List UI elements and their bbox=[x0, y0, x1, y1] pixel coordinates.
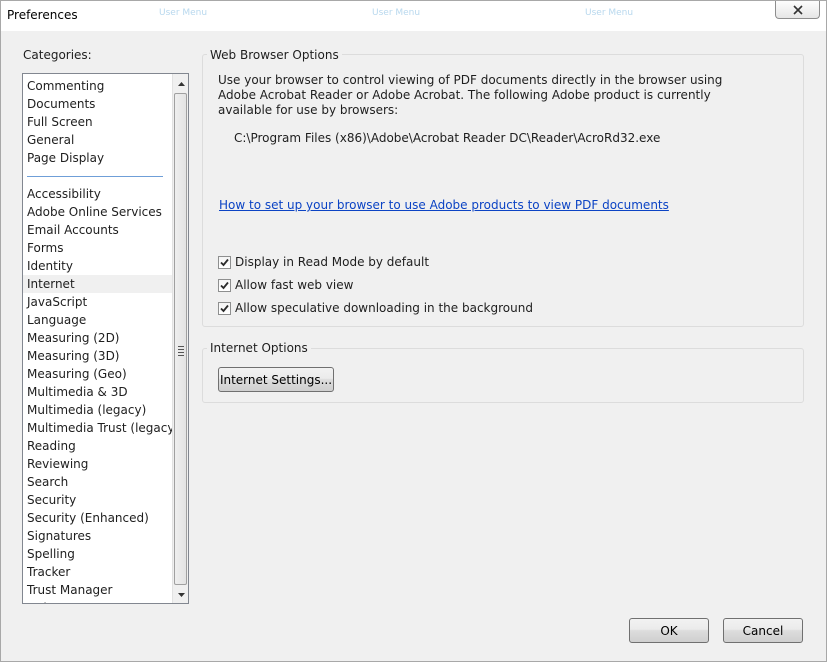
product-path: C:\Program Files (x86)\Adobe\Acrobat Rea… bbox=[234, 131, 661, 145]
checkmark-icon bbox=[220, 304, 229, 312]
category-item-commenting[interactable]: Commenting bbox=[23, 77, 172, 95]
read-mode-checkbox[interactable] bbox=[218, 255, 231, 269]
categories-list[interactable]: Commenting Documents Full Screen General Pag… bbox=[22, 73, 189, 604]
category-item-general[interactable]: General bbox=[23, 131, 172, 149]
category-item-security-enhanced[interactable]: Security (Enhanced) bbox=[23, 509, 172, 527]
web-browser-options-title: Web Browser Options bbox=[207, 48, 342, 62]
category-item-security[interactable]: Security bbox=[23, 491, 172, 509]
category-item-full-screen[interactable]: Full Screen bbox=[23, 113, 172, 131]
category-item-multimedia-3d[interactable]: Multimedia & 3D bbox=[23, 383, 172, 401]
scroll-up-icon bbox=[177, 81, 185, 86]
category-item-trust-manager[interactable]: Trust Manager bbox=[23, 581, 172, 599]
category-item-accessibility[interactable]: Accessibility bbox=[23, 185, 172, 203]
category-separator bbox=[27, 176, 163, 177]
category-item-measuring-geo[interactable]: Measuring (Geo) bbox=[23, 365, 172, 383]
category-item-search[interactable]: Search bbox=[23, 473, 172, 491]
internet-options-title: Internet Options bbox=[207, 341, 311, 355]
browser-setup-help-link[interactable]: How to set up your browser to use Adobe … bbox=[219, 198, 669, 212]
category-item-documents[interactable]: Documents bbox=[23, 95, 172, 113]
category-item-reading[interactable]: Reading bbox=[23, 437, 172, 455]
speculative-download-checkbox-row[interactable]: Allow speculative downloading in the bac… bbox=[218, 301, 533, 315]
read-mode-label: Display in Read Mode by default bbox=[235, 255, 430, 269]
categories-label: Categories: bbox=[23, 48, 92, 62]
category-item-adobe-online-services[interactable]: Adobe Online Services bbox=[23, 203, 172, 221]
categories-items: Commenting Documents Full Screen General Pag… bbox=[23, 77, 179, 603]
checkmark-icon bbox=[220, 281, 229, 289]
speculative-download-label: Allow speculative downloading in the bac… bbox=[235, 301, 533, 315]
scroll-thumb[interactable] bbox=[174, 93, 187, 585]
fast-web-view-checkbox-row[interactable]: Allow fast web view bbox=[218, 278, 353, 292]
close-icon bbox=[792, 4, 803, 15]
ghost-tab: User Menu bbox=[159, 8, 208, 18]
category-item-reviewing[interactable]: Reviewing bbox=[23, 455, 172, 473]
category-item-measuring-3d[interactable]: Measuring (3D) bbox=[23, 347, 172, 365]
category-item-measuring-2d[interactable]: Measuring (2D) bbox=[23, 329, 172, 347]
ghost-tab: User Menu bbox=[372, 8, 421, 18]
preferences-dialog: Preferences User Menu User Menu User Men… bbox=[0, 0, 827, 662]
category-item-email-accounts[interactable]: Email Accounts bbox=[23, 221, 172, 239]
categories-scrollbar[interactable] bbox=[172, 74, 188, 603]
scroll-down-icon bbox=[177, 592, 185, 597]
category-item-signatures[interactable]: Signatures bbox=[23, 527, 172, 545]
speculative-download-checkbox[interactable] bbox=[218, 301, 231, 315]
category-item-internet[interactable]: Internet bbox=[23, 275, 172, 293]
internet-settings-button[interactable]: Internet Settings... bbox=[218, 367, 334, 392]
read-mode-checkbox-row[interactable]: Display in Read Mode by default bbox=[218, 255, 429, 269]
ok-button[interactable]: OK bbox=[629, 618, 709, 643]
category-item-tracker[interactable]: Tracker bbox=[23, 563, 172, 581]
scroll-up-button[interactable] bbox=[173, 75, 188, 92]
category-item-javascript[interactable]: JavaScript bbox=[23, 293, 172, 311]
scroll-down-button[interactable] bbox=[173, 586, 188, 603]
category-item-units[interactable]: Units bbox=[23, 599, 172, 603]
title-bar: Preferences User Menu User Menu User Men… bbox=[1, 1, 826, 31]
ghost-tab: User Menu bbox=[585, 8, 634, 18]
window-title: Preferences bbox=[7, 8, 78, 22]
category-item-multimedia-trust-legacy[interactable]: Multimedia Trust (legacy) bbox=[23, 419, 179, 437]
grip-icon bbox=[178, 346, 184, 358]
fast-web-view-label: Allow fast web view bbox=[235, 278, 354, 292]
category-item-page-display[interactable]: Page Display bbox=[23, 149, 172, 167]
cancel-button[interactable]: Cancel bbox=[723, 618, 803, 643]
close-button[interactable] bbox=[775, 1, 820, 19]
category-item-forms[interactable]: Forms bbox=[23, 239, 172, 257]
checkmark-icon bbox=[220, 258, 229, 266]
category-item-multimedia-legacy[interactable]: Multimedia (legacy) bbox=[23, 401, 172, 419]
web-browser-description: Use your browser to control viewing of P… bbox=[218, 73, 723, 117]
category-item-identity[interactable]: Identity bbox=[23, 257, 172, 275]
fast-web-view-checkbox[interactable] bbox=[218, 278, 231, 292]
category-item-language[interactable]: Language bbox=[23, 311, 172, 329]
category-item-spelling[interactable]: Spelling bbox=[23, 545, 172, 563]
